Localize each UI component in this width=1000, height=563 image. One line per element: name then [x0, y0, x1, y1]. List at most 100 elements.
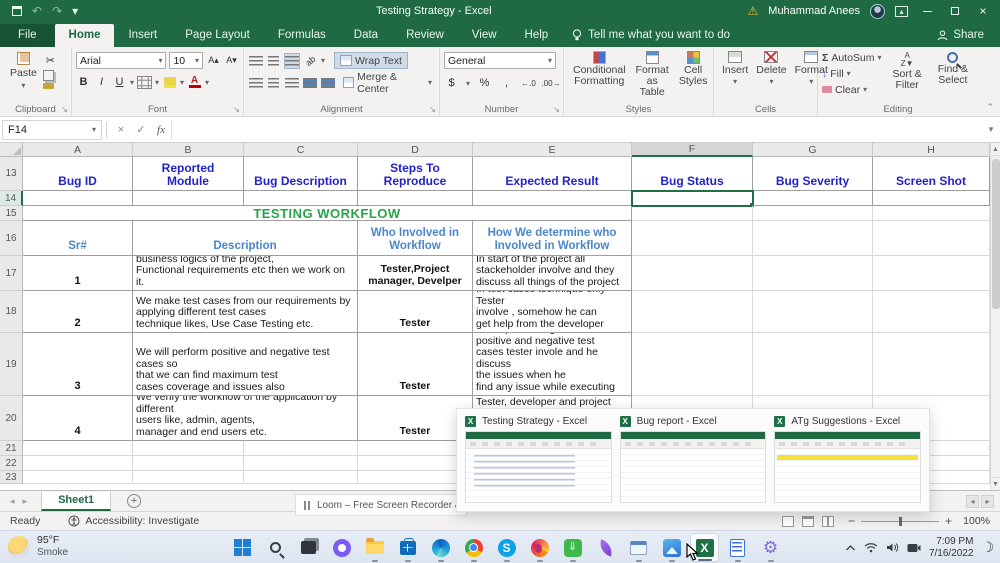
focus-assist-moon-icon[interactable]: ☽ [981, 540, 994, 556]
row-header-21[interactable]: 21 [0, 441, 23, 456]
preview-thumbnail[interactable] [465, 431, 612, 503]
cell-h16[interactable] [873, 221, 990, 256]
preview-thumbnail[interactable] [619, 431, 767, 503]
tab-formulas[interactable]: Formulas [264, 24, 340, 47]
cell-g18[interactable] [753, 291, 873, 333]
sheet-tab-sheet1[interactable]: Sheet1 [41, 491, 112, 511]
align-center-icon[interactable] [266, 75, 281, 91]
col-header-g[interactable]: G [753, 143, 873, 157]
task-view-button[interactable] [294, 533, 323, 562]
cell-g15[interactable] [753, 206, 873, 221]
ribbon-display-options-icon[interactable]: ▴ [895, 5, 908, 17]
zoom-level[interactable]: 100% [958, 515, 990, 527]
network-icon[interactable] [864, 542, 878, 553]
font-size-combo[interactable]: 10 ▾ [169, 52, 203, 69]
normal-view-icon[interactable] [781, 515, 794, 527]
align-right-icon[interactable] [284, 75, 299, 91]
number-dialog-launcher[interactable]: ↘ [553, 105, 560, 114]
cell-h17[interactable] [873, 256, 990, 291]
cell-b14[interactable] [133, 191, 244, 206]
minimize-button[interactable] [918, 4, 936, 18]
enter-entry-icon[interactable]: ✓ [131, 123, 151, 136]
tab-home[interactable]: Home [54, 24, 115, 47]
next-sheet-icon[interactable]: ▸ [23, 496, 28, 507]
tab-view[interactable]: View [458, 24, 511, 47]
cell-how-2[interactable]: In test cases technique only Tester invo… [473, 291, 632, 333]
cell-g14[interactable] [753, 191, 873, 206]
cell-how-1[interactable]: In start of the project all stackeholder… [473, 256, 632, 291]
clear-button[interactable]: Clear ▾ [822, 82, 882, 97]
cell-who-1[interactable]: Tester,Project manager, Develper [358, 256, 473, 291]
loom-recorder-bar[interactable]: Loom – Free Screen Recorder & Scre [295, 494, 467, 516]
cell-a14[interactable] [23, 191, 133, 206]
scroll-down-icon[interactable]: ▼ [991, 477, 1000, 490]
row-header-22[interactable]: 22 [0, 456, 23, 471]
cell-desc-4[interactable]: We verify the workflow of the applicatio… [133, 396, 358, 441]
photos-button[interactable] [657, 533, 686, 562]
scroll-left-icon[interactable]: ◂ [966, 494, 979, 508]
cell-b21[interactable] [133, 441, 244, 456]
cell-g17[interactable] [753, 256, 873, 291]
bottom-align-icon[interactable] [284, 52, 300, 69]
fill-button[interactable]: ↓ Fill ▾ [822, 66, 882, 81]
zoom-in-icon[interactable]: + [945, 514, 952, 528]
cell-bug-id[interactable]: Bug ID [23, 157, 133, 191]
collapse-ribbon-icon[interactable]: ⌃ [986, 102, 994, 113]
accounting-format-icon[interactable]: $ [444, 75, 459, 91]
cell-c21[interactable] [244, 441, 358, 456]
cell-f17[interactable] [632, 256, 753, 291]
cancel-entry-icon[interactable]: × [111, 124, 131, 136]
feather-app-button[interactable] [591, 533, 620, 562]
cell-b23[interactable] [133, 471, 244, 484]
comma-style-icon[interactable]: , [499, 75, 514, 91]
tell-me-box[interactable]: Tell me what you want to do [562, 24, 740, 47]
media-app-button[interactable] [624, 533, 653, 562]
hidden-icons-chevron[interactable] [845, 544, 856, 552]
new-sheet-icon[interactable]: + [127, 494, 142, 508]
notepad-button[interactable] [723, 533, 752, 562]
row-header-19[interactable]: 19 [0, 333, 23, 396]
cell-c23[interactable] [244, 471, 358, 484]
orientation-icon[interactable]: ab [300, 50, 322, 72]
share-button[interactable]: Share [921, 24, 1000, 47]
row-header-13[interactable]: 13 [0, 157, 23, 191]
col-header-e[interactable]: E [473, 143, 632, 157]
page-break-view-icon[interactable] [821, 515, 834, 527]
cell-e14[interactable] [473, 191, 632, 206]
scroll-up-icon[interactable]: ▲ [991, 143, 1000, 156]
select-all-corner[interactable] [0, 143, 23, 157]
page-layout-view-icon[interactable] [801, 515, 814, 527]
cell-steps-to-reproduce[interactable]: Steps To Reproduce [358, 157, 473, 191]
cell-testing-workflow-title[interactable]: TESTING WORKFLOW [23, 206, 632, 221]
expand-formula-bar-icon[interactable]: ▾ [982, 124, 1000, 135]
insert-cells-button[interactable]: Insert ▾ [718, 50, 752, 87]
scroll-right-icon[interactable]: ▸ [981, 494, 994, 508]
tab-review[interactable]: Review [392, 24, 458, 47]
cell-bug-description[interactable]: Bug Description [244, 157, 358, 191]
weather-widget[interactable]: 95°F Smoke [8, 534, 68, 559]
grow-font-icon[interactable]: A▴ [206, 53, 221, 69]
row-header-17[interactable]: 17 [0, 256, 23, 291]
cell-desc-2[interactable]: We make test cases from our requirements… [133, 291, 358, 333]
cell-a22[interactable] [23, 456, 133, 471]
bold-button[interactable]: B [76, 74, 91, 90]
cell-who-3[interactable]: Tester [358, 333, 473, 396]
cell-f16[interactable] [632, 221, 753, 256]
name-box[interactable]: F14 ▾ [2, 119, 102, 140]
edge-button[interactable] [426, 533, 455, 562]
warning-icon[interactable]: ⚠ [748, 4, 759, 18]
conditional-formatting-button[interactable]: Conditional Formatting [568, 50, 631, 99]
col-header-f-selected[interactable]: F [632, 143, 753, 157]
skype-button[interactable]: S [492, 533, 521, 562]
cell-c14[interactable] [244, 191, 358, 206]
increase-indent-icon[interactable] [320, 75, 335, 91]
vertical-scroll-thumb[interactable] [992, 159, 1000, 309]
vertical-scrollbar[interactable]: ▲ ▼ [990, 143, 1000, 490]
settings-button[interactable]: ⚙ [756, 533, 785, 562]
cell-desc-1[interactable]: First we will understand the requirement… [133, 256, 358, 291]
prev-sheet-icon[interactable]: ◂ [10, 496, 15, 507]
customize-qat-icon[interactable]: ▾ [72, 4, 78, 18]
cell-c22[interactable] [244, 456, 358, 471]
format-as-table-button[interactable]: Format as Table [631, 50, 674, 99]
col-header-c[interactable]: C [244, 143, 358, 157]
